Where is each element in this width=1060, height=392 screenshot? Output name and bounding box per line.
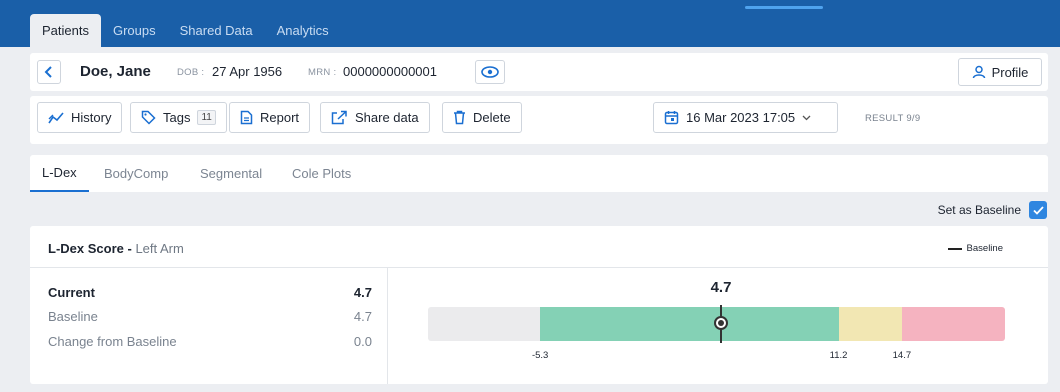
l-dex-score-card: L-Dex Score - Left Arm Baseline Current … xyxy=(30,226,1048,384)
patient-header: Doe, Jane DOB : 27 Apr 1956 MRN : 000000… xyxy=(30,53,1048,91)
stat-value: 0.0 xyxy=(353,334,372,349)
threshold-label-low: -5.3 xyxy=(531,350,549,361)
action-toolbar: History Tags 11 Report Share data Delete… xyxy=(30,96,1048,144)
tags-count-badge: 11 xyxy=(197,110,216,125)
patient-name: Doe, Jane xyxy=(80,63,151,80)
tag-icon xyxy=(141,110,156,125)
threshold-label-high: 11.2 xyxy=(829,350,848,361)
stat-label: Baseline xyxy=(48,309,98,324)
stat-row-current: Current 4.7 xyxy=(48,285,372,300)
top-navigation: Patients Groups Shared Data Analytics xyxy=(0,0,1060,47)
show-details-button[interactable] xyxy=(475,60,505,84)
stat-label: Current xyxy=(48,285,95,300)
check-icon xyxy=(1032,205,1044,215)
trash-icon xyxy=(454,110,465,125)
result-index: RESULT 9/9 xyxy=(865,113,921,124)
tags-label: Tags xyxy=(163,110,191,125)
tab-groups[interactable]: Groups xyxy=(101,14,168,47)
profile-label: Profile xyxy=(991,64,1029,80)
tags-button[interactable]: Tags 11 xyxy=(130,102,227,133)
gauge-segment-low xyxy=(428,307,541,341)
card-title: L-Dex Score - Left Arm xyxy=(48,241,184,256)
mrn-value: 0000000000001 xyxy=(343,64,437,79)
tab-shared-data[interactable]: Shared Data xyxy=(168,14,265,47)
score-stats: Current 4.7 Baseline 4.7 Change from Bas… xyxy=(30,268,388,384)
history-label: History xyxy=(71,110,112,125)
stat-row-baseline: Baseline 4.7 xyxy=(48,309,372,324)
result-date-value: 16 Mar 2023 17:05 xyxy=(686,110,796,125)
share-data-label: Share data xyxy=(355,110,419,125)
legend-baseline-swatch xyxy=(947,247,962,250)
report-label: Report xyxy=(260,110,300,125)
main-tabs: Patients Groups Shared Data Analytics xyxy=(30,14,341,47)
stat-row-change: Change from Baseline 0.0 xyxy=(48,334,372,349)
set-baseline-label: Set as Baseline xyxy=(937,203,1021,217)
set-baseline-checkbox[interactable] xyxy=(1029,201,1047,219)
stat-label: Change from Baseline xyxy=(48,334,177,349)
report-button[interactable]: Report xyxy=(229,102,311,133)
card-title-limb: Left Arm xyxy=(135,241,184,256)
share-data-button[interactable]: Share data xyxy=(320,102,430,133)
card-title-main: L-Dex Score - xyxy=(48,241,132,256)
stat-value: 4.7 xyxy=(353,285,372,300)
l-dex-gauge: 4.7 -5.3 11.2 14.7 xyxy=(388,268,1048,384)
trend-icon xyxy=(48,111,64,123)
tab-analytics[interactable]: Analytics xyxy=(265,14,341,47)
tab-l-dex[interactable]: L-Dex xyxy=(30,155,89,192)
gauge-segment-caution xyxy=(838,307,902,341)
set-baseline-control: Set as Baseline xyxy=(938,201,1047,219)
legend: Baseline xyxy=(947,243,1003,254)
delete-button[interactable]: Delete xyxy=(442,102,522,133)
chevron-down-icon xyxy=(802,115,811,120)
dob-value: 27 Apr 1956 xyxy=(212,64,283,79)
tab-cole-plots[interactable]: Cole Plots xyxy=(292,155,351,192)
result-date-select[interactable]: 16 Mar 2023 17:05 xyxy=(653,102,838,133)
tab-bodycomp[interactable]: BodyComp xyxy=(104,155,168,192)
gauge-current-value: 4.7 xyxy=(710,279,732,296)
tab-patients[interactable]: Patients xyxy=(30,14,101,47)
mrn-label: MRN : xyxy=(308,67,337,78)
chevron-left-icon xyxy=(44,66,52,78)
delete-label: Delete xyxy=(473,110,511,125)
back-button[interactable] xyxy=(37,60,61,84)
gauge-segment-high xyxy=(901,307,1005,341)
user-icon xyxy=(972,65,985,79)
profile-button[interactable]: Profile xyxy=(958,58,1042,86)
history-button[interactable]: History xyxy=(37,102,123,133)
current-value-marker xyxy=(714,316,729,330)
legend-baseline-label: Baseline xyxy=(966,243,1003,254)
gauge-segment-normal xyxy=(540,307,839,341)
stat-value: 4.7 xyxy=(353,309,372,324)
analysis-tabs: L-Dex BodyComp Segmental Cole Plots xyxy=(30,155,1048,192)
dob-label: DOB : xyxy=(177,67,205,78)
nav-accent-line xyxy=(745,6,823,9)
share-icon xyxy=(331,110,347,125)
tab-segmental[interactable]: Segmental xyxy=(200,155,262,192)
calendar-icon xyxy=(664,111,679,125)
card-header: L-Dex Score - Left Arm Baseline xyxy=(30,226,1048,268)
document-icon xyxy=(240,110,253,125)
threshold-label-max: 14.7 xyxy=(892,350,912,361)
eye-icon xyxy=(481,66,499,78)
